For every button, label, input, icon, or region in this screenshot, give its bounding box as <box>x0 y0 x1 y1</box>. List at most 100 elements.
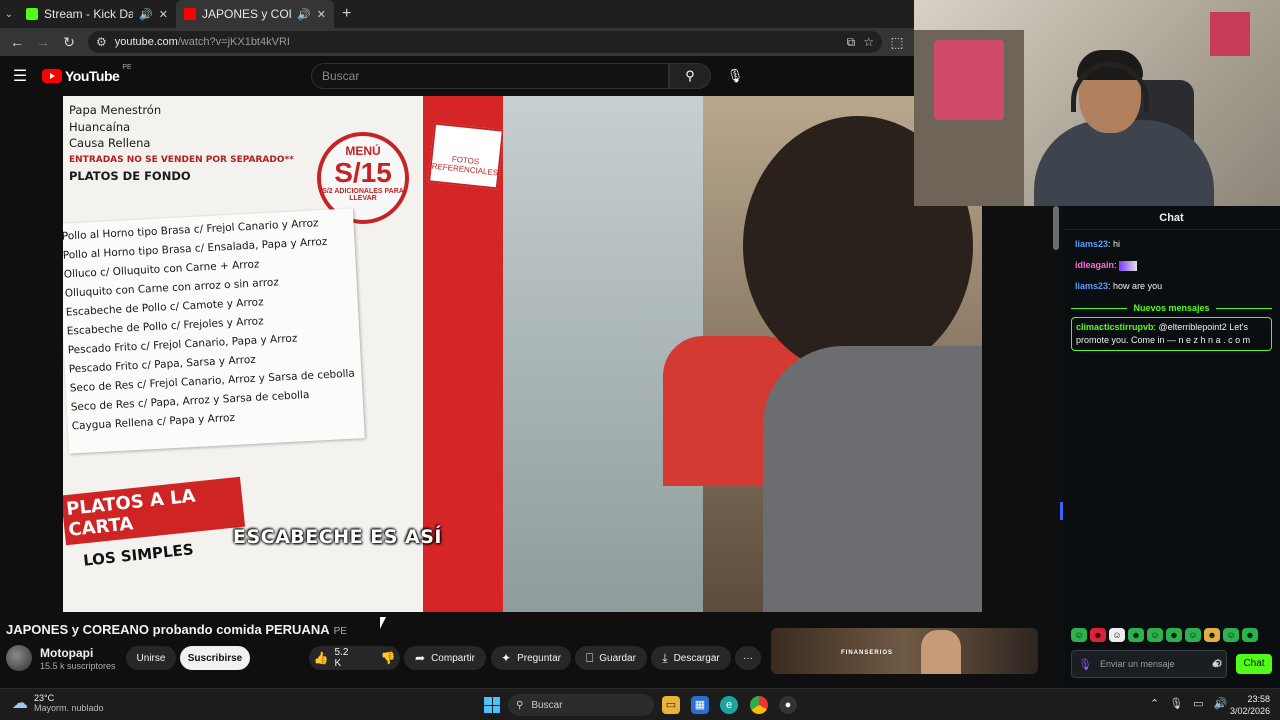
chrome-icon[interactable] <box>750 696 768 714</box>
like-button[interactable]: 👍 5.2 K <box>304 646 359 670</box>
network-icon[interactable]: ▭ <box>1193 697 1203 710</box>
chat-panel: Chat liams23: hi idleagain: liams23: how… <box>1063 206 1280 688</box>
youtube-header: ☰ YouTube PE Buscar ⚲ 🎙 <box>0 56 914 96</box>
chat-message: idleagain: <box>1063 255 1280 276</box>
chat-send-button[interactable]: Chat <box>1236 654 1272 674</box>
like-dislike-group: 👍 5.2 K 👎 <box>309 646 400 670</box>
youtube-play-icon <box>42 69 62 83</box>
tab-kick-dashboard[interactable]: Stream - Kick Dashboard 🔊 ✕ <box>18 0 176 28</box>
channel-name[interactable]: Motopapi <box>40 646 93 660</box>
browser-tab-strip: ⌄ Stream - Kick Dashboard 🔊 ✕ JAPONES y … <box>0 0 914 28</box>
tab-search-icon[interactable]: ⌄ <box>0 9 18 20</box>
microphone-icon[interactable]: 🎙 <box>722 63 748 89</box>
cam-poster <box>1210 12 1250 56</box>
tab-close-icon[interactable]: ✕ <box>159 8 168 21</box>
taskbar-search[interactable]: ⚲ Buscar <box>508 694 654 716</box>
join-button[interactable]: Unirse <box>126 646 176 670</box>
menu-hamburger-icon[interactable]: ☰ <box>0 66 40 86</box>
thumbs-up-icon: 👍 <box>313 651 329 665</box>
fotos-sign: FOTOS REFERENCIALES <box>428 122 504 190</box>
emote-icon[interactable]: ☻ <box>1128 628 1144 642</box>
share-button[interactable]: ➦ Compartir <box>404 646 486 670</box>
chat-title: Chat <box>1063 206 1280 230</box>
youtube-logo-text: YouTube <box>65 68 120 84</box>
forward-arrow-icon[interactable]: → <box>32 34 54 50</box>
divider-line <box>1215 307 1273 309</box>
youtube-logo[interactable]: YouTube PE <box>42 64 132 84</box>
emote-icon[interactable]: ☺ <box>1185 628 1201 642</box>
obs-icon[interactable]: ● <box>779 696 797 714</box>
download-button[interactable]: ⤓ Descargar <box>651 646 731 670</box>
menu-line: Papa Menestrón <box>69 103 162 117</box>
emote-icon[interactable]: ☻ <box>1166 628 1182 642</box>
search-input[interactable]: Buscar <box>311 63 669 89</box>
chat-message: liams23: how are you <box>1075 281 1163 291</box>
download-icon: ⤓ <box>662 650 668 665</box>
windows-taskbar: ☁ 23°C Mayorm. nublado ⚲ Buscar ▭ ▦ e ● … <box>0 688 1280 720</box>
avatar[interactable] <box>6 645 32 671</box>
tray-chevron-icon[interactable]: ⌃ <box>1150 697 1159 710</box>
file-explorer-icon[interactable]: ▭ <box>662 696 680 714</box>
video-title: JAPONES y COREANO probando comida PERUAN… <box>6 622 347 637</box>
speaker-icon[interactable]: 🔊 <box>297 8 311 21</box>
cam-box <box>934 40 1004 120</box>
reload-icon[interactable]: ↻ <box>58 34 80 51</box>
person-shirt <box>763 346 982 612</box>
ask-button[interactable]: ✦ Preguntar <box>491 646 571 670</box>
search-icon[interactable]: ⚲ <box>669 63 711 89</box>
cast-icon[interactable]: ⧉ <box>847 35 856 50</box>
video-player[interactable]: Papa Menestrón Huancaína Causa Rellena E… <box>63 96 982 612</box>
dislike-button[interactable]: 👎 <box>370 646 405 670</box>
store-icon[interactable]: ▦ <box>691 696 709 714</box>
title-badge: PE <box>333 626 347 637</box>
emote-icon[interactable]: ☻ <box>1090 628 1106 642</box>
tab-close-icon[interactable]: ✕ <box>317 8 326 21</box>
weather-widget[interactable]: ☁ 23°C Mayorm. nublado <box>12 693 104 713</box>
more-actions-button[interactable]: ··· <box>735 646 761 670</box>
chat-message-input[interactable]: 🎙 Enviar un mensaje ☻ <box>1071 650 1227 678</box>
back-arrow-icon[interactable]: ← <box>6 34 28 50</box>
emote-icon[interactable]: ☺ <box>1223 628 1239 642</box>
temperature: 23°C <box>34 693 55 703</box>
url-field[interactable]: ⚙ youtube.com /watch?v=jKX1bt4kVRI ⧉ ☆ <box>88 31 882 53</box>
new-messages-divider[interactable]: Nuevos mensajes <box>1071 303 1273 313</box>
subscribe-button[interactable]: Suscribirse <box>180 646 250 670</box>
site-info-icon[interactable]: ⚙ <box>96 35 107 49</box>
rec-thumbnail-label: FINANSERIOS <box>841 650 894 656</box>
mouse-cursor-icon <box>380 617 386 629</box>
chat-username[interactable]: liams23 <box>1075 281 1108 291</box>
video-title-text: JAPONES y COREANO probando comida PERUAN… <box>6 622 330 637</box>
taskbar-search-label: Buscar <box>531 699 563 711</box>
save-button[interactable]: ⎕ Guardar <box>575 646 647 670</box>
scrollbar-thumb[interactable] <box>1053 206 1059 250</box>
emote-icon[interactable]: ☺ <box>1071 628 1087 642</box>
menu-list: Pollo al Horno tipo Brasa c/ Frejol Cana… <box>63 208 365 454</box>
microphone-icon[interactable]: 🎙 <box>1078 658 1092 671</box>
emote-icon[interactable]: ☺ <box>1147 628 1163 642</box>
windows-start-icon[interactable] <box>484 697 500 713</box>
microphone-icon[interactable]: 🎙 <box>1169 697 1183 710</box>
chat-username[interactable]: climacticstirrupvb <box>1076 322 1154 332</box>
chat-text: how are you <box>1113 281 1163 291</box>
emote-icon[interactable]: ☺ <box>1109 628 1125 642</box>
sparkle-icon: ✦ <box>501 651 512 665</box>
edge-icon[interactable]: e <box>720 696 738 714</box>
tab-title: Stream - Kick Dashboard <box>44 7 134 21</box>
save-label: Guardar <box>599 652 636 664</box>
extensions-icon[interactable]: ⬚ <box>886 34 908 51</box>
emote-icon[interactable]: ☻ <box>1204 628 1220 642</box>
clock[interactable]: 23:58 3/02/2026 <box>1226 693 1270 717</box>
video-subtitle: ESCABECHE ES ASÍ <box>233 526 442 548</box>
bookmark-star-icon[interactable]: ☆ <box>863 35 874 49</box>
cloud-icon: ☁ <box>12 695 28 712</box>
recommended-video-thumbnail[interactable]: FINANSERIOS <box>771 628 1038 674</box>
emote-icon[interactable]: ☻ <box>1242 628 1258 642</box>
speaker-icon[interactable]: 🔊 <box>139 8 153 21</box>
chat-username[interactable]: idleagain <box>1075 260 1114 270</box>
chat-username[interactable]: liams23 <box>1075 239 1108 249</box>
rec-person <box>921 630 961 674</box>
new-tab-icon[interactable]: + <box>342 5 351 23</box>
gear-icon[interactable]: ⚙ <box>1213 657 1223 670</box>
page-scrollbar[interactable] <box>1050 206 1063 688</box>
tab-youtube-video[interactable]: JAPONES y COREANO probando comida PERUAN… <box>176 0 334 28</box>
